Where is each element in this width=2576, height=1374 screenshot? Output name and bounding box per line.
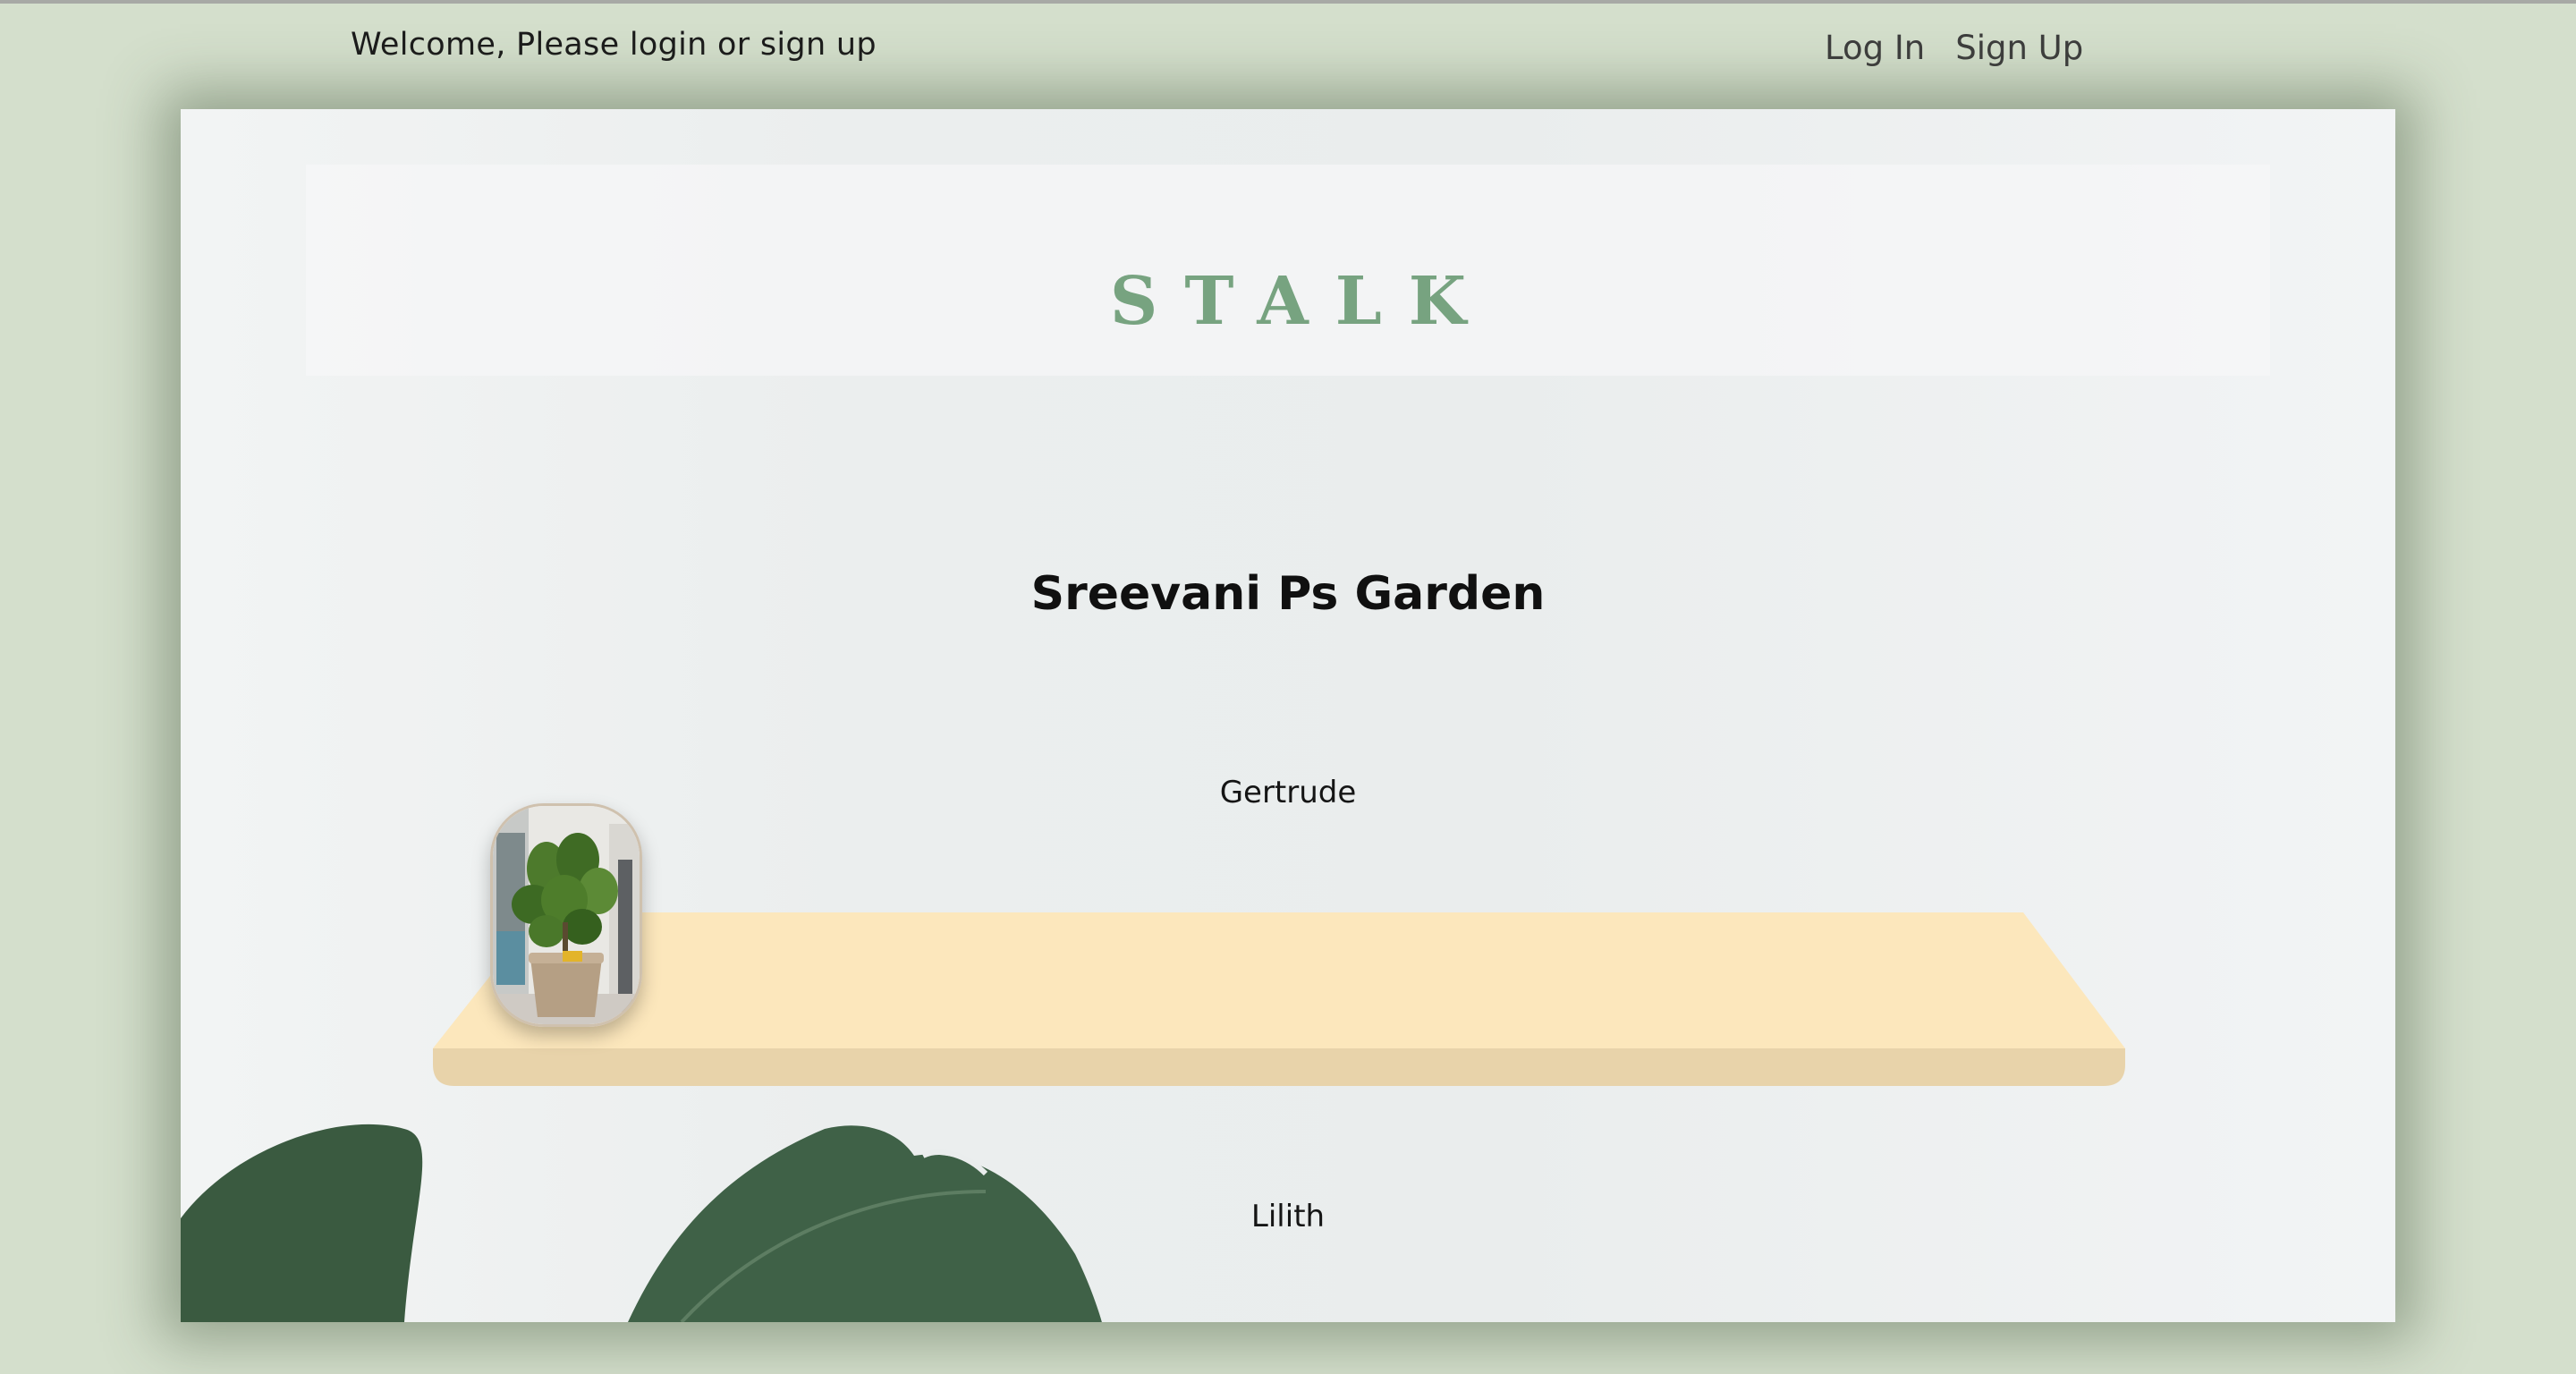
page-title: Sreevani Ps Garden bbox=[1030, 567, 1546, 621]
login-link[interactable]: Log In bbox=[1825, 29, 1925, 73]
welcome-message: Welcome, Please login or sign up bbox=[351, 27, 877, 63]
monstera-leaf-icon bbox=[181, 1124, 1102, 1322]
site-logo[interactable]: STALK bbox=[181, 263, 2395, 340]
plant-name-gertrude[interactable]: Gertrude bbox=[181, 775, 2395, 810]
fiddle-leaf-fig-in-pot-icon bbox=[493, 806, 640, 1024]
signup-link[interactable]: Sign Up bbox=[1955, 29, 2083, 73]
garden-panel: STALK Sreevani Ps Garden Gertrude Lilith bbox=[181, 109, 2395, 1322]
plant-photo-gertrude[interactable] bbox=[490, 803, 642, 1027]
window-top-border bbox=[0, 0, 2576, 4]
plant-shelf bbox=[433, 912, 2125, 1086]
auth-nav: Log In Sign Up bbox=[1825, 29, 2083, 73]
